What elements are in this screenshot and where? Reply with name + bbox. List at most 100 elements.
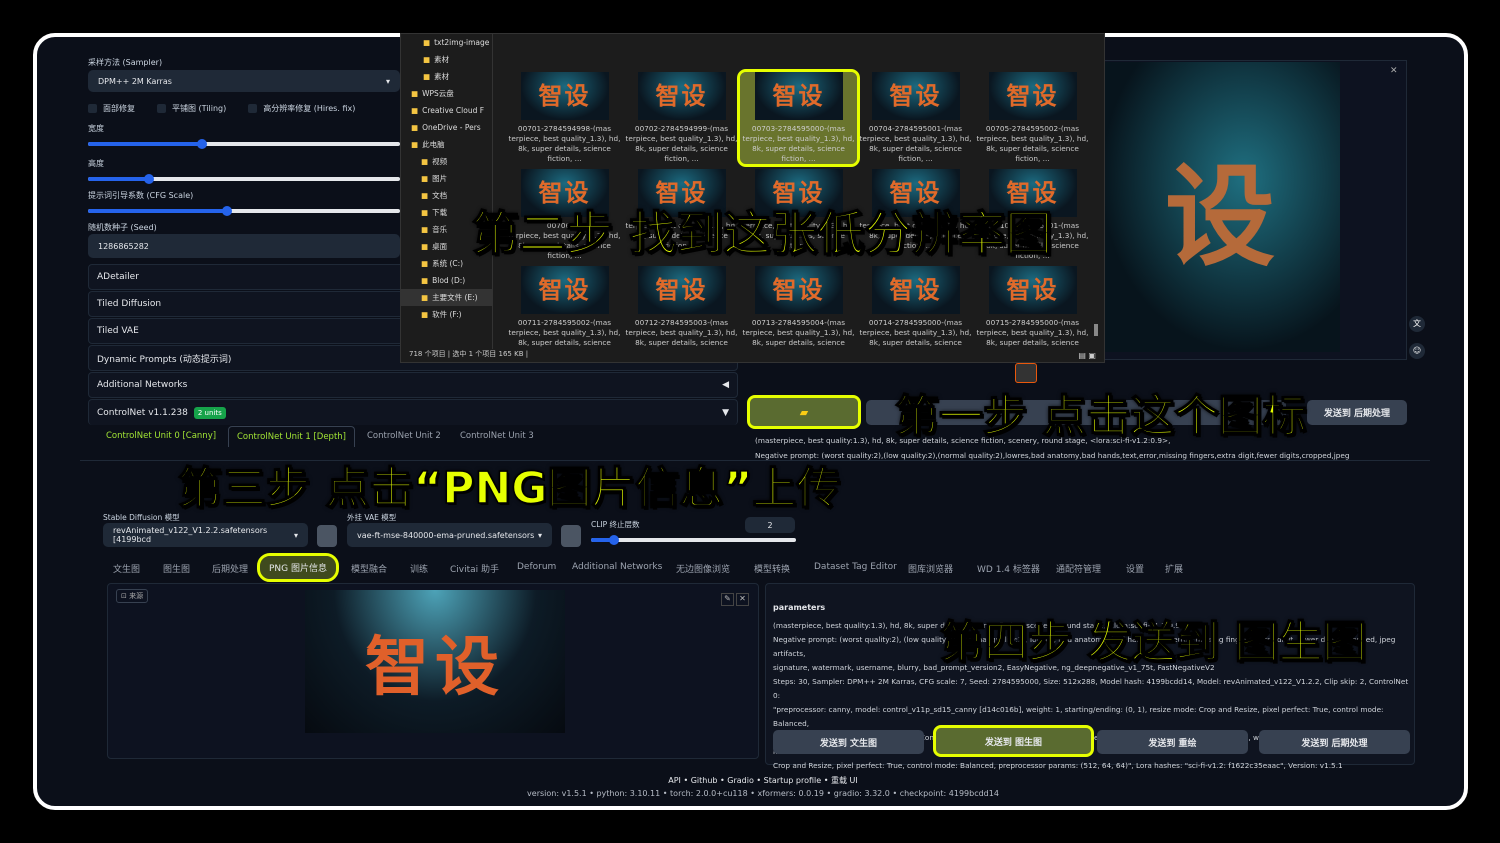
thumbnail-image: 智设 [637,72,726,120]
file-grid: 智设 00701-2784594998-(mas terpiece, best qu… [506,34,1091,349]
caption-step3: 第三步 点击“PNG图片信息”上传 [177,462,841,515]
close-icon[interactable]: ✕ [1390,66,1398,76]
cfg-label: 提示词引导系数 (CFG Scale) [88,191,194,200]
tab-controlnet-unit-2[interactable]: ControlNet Unit 2 [367,431,441,441]
tab-12[interactable]: 图库浏览器 [908,562,953,575]
chevron-down-icon: ▾ [385,76,390,86]
bot-icon[interactable]: ☺ [1409,343,1425,359]
file-name: 00702-2784594999-(mas [634,124,729,133]
tab-16[interactable]: 扩展 [1165,562,1183,575]
send-to-extras-button[interactable]: 发送到 后期处理 [1259,730,1410,754]
accordion-controlnet[interactable]: ControlNet v1.1.238 2 units ▼ [88,399,738,425]
sampler-select[interactable]: DPM++ 2M Karras ▾ [88,70,400,92]
file-thumbnail[interactable]: 智设 00714-2784595000-(mas terpiece, best qu… [857,266,974,349]
tab-controlnet-unit-0[interactable]: ControlNet Unit 0 [Canny] [106,431,216,441]
caption-step2: 第二步 找到这张低分辨率图 [471,206,1053,263]
file-thumbnail[interactable]: 智设 00713-2784595004-(mas terpiece, best qu… [740,266,857,349]
tab-1[interactable]: 图生图 [163,562,190,575]
close-icon[interactable]: ✕ [736,593,749,606]
file-thumbnail[interactable]: 智设 00702-2784594999-(mas terpiece, best qu… [623,72,740,164]
tab-0[interactable]: 文生图 [113,562,140,575]
tab-3[interactable]: PNG 图片信息 [257,553,339,582]
file-thumbnail[interactable]: 智设 00701-2784594998-(mas terpiece, best qu… [506,72,623,164]
checkbox-hires-fix[interactable]: 高分辨率修复 (Hires. fix) [248,103,355,114]
footer-links[interactable]: API • Github • Gradio • Startup profile … [0,775,1500,786]
height-label: 高度 [88,159,104,168]
folder-tree-item[interactable]: ■ 图片 [401,170,492,187]
folder-tree-item[interactable]: ■ 主要文件 (E:) [401,289,492,306]
file-thumbnail[interactable]: 智设 00712-2784595003-(mas terpiece, best qu… [623,266,740,349]
folder-icon: ■ [411,89,419,98]
sampler-value: DPM++ 2M Karras [98,76,172,86]
tab-10[interactable]: 模型转换 [754,562,790,575]
width-label: 宽度 [88,124,104,133]
file-thumbnail[interactable]: 智设 00704-2784595001-(mas terpiece, best qu… [857,72,974,164]
scrollbar[interactable] [1094,324,1098,336]
folder-tree-item[interactable]: ■ Creative Cloud F [401,102,492,119]
open-folder-button[interactable]: ▰ [747,395,861,429]
tab-13[interactable]: WD 1.4 标签器 [977,562,1040,575]
folder-tree-item[interactable]: ■ Blod (D:) [401,272,492,289]
tab-7[interactable]: Deforum [517,562,556,572]
clip-slider[interactable] [591,535,796,545]
parameters-line: Steps: 30, Sampler: DPM++ 2M Karras, CFG… [773,677,1409,700]
folder-tree-item[interactable]: ■ OneDrive - Pers [401,119,492,136]
folder-icon: ■ [411,123,419,132]
send-to-extras-button[interactable]: 发送到 后期处理 [1307,400,1407,425]
vae-select[interactable]: vae-ft-mse-840000-ema-pruned.safetensors… [347,523,552,547]
refresh-vae-button[interactable] [561,525,581,547]
refresh-model-button[interactable] [317,525,337,547]
file-thumbnail[interactable]: 智设 00703-2784595000-(mas terpiece, best qu… [737,69,860,167]
folder-tree-item[interactable]: ■ 软件 (F:) [401,306,492,323]
sd-model-select[interactable]: revAnimated_v122_V1.2.2.safetensors [419… [103,523,308,547]
image-icon: ⊡ [121,592,130,600]
sd-model-label: Stable Diffusion 模型 [103,513,180,522]
send-to-img2img-button[interactable]: 发送到 图生图 [933,725,1094,757]
tab-11[interactable]: Dataset Tag Editor [814,562,897,572]
checkbox-tiling[interactable]: 平铺图 (Tiling) [157,103,226,114]
folder-icon: ■ [421,259,429,268]
cfg-slider[interactable] [88,206,400,216]
file-name: 00705-2784595002-(mas [985,124,1080,133]
folder-icon: ■ [421,208,429,217]
tab-6[interactable]: Civitai 助手 [450,562,499,575]
folder-tree-item[interactable]: ■ txt2img-image [401,34,492,51]
clip-input[interactable]: 2 [745,517,795,533]
tab-9[interactable]: 无边图像浏览 [676,562,730,575]
folder-icon: ■ [421,293,429,302]
thumbnail-image: 智设 [988,72,1077,120]
chevron-down-icon: ▼ [722,407,729,418]
folder-tree-item[interactable]: ■ 视频 [401,153,492,170]
tab-controlnet-unit-3[interactable]: ControlNet Unit 3 [460,431,534,441]
file-thumbnail[interactable]: 智设 00715-2784595000-(mas terpiece, best qu… [974,266,1091,349]
send-to-txt2img-button[interactable]: 发送到 文生图 [773,730,924,754]
folder-tree-item[interactable]: ■ WPS云盘 [401,85,492,102]
file-name: 00711-2784595002-(mas [517,318,612,327]
caption-step4: 第四步 发送到 图生图 [939,616,1367,669]
tab-controlnet-unit-1[interactable]: ControlNet Unit 1 [Depth] [228,426,355,447]
view-toggle-icons[interactable]: ▤ ▣ [1078,351,1096,360]
output-image[interactable]: 设 [1100,62,1340,352]
file-thumbnail[interactable]: 智设 00705-2784595002-(mas terpiece, best qu… [974,72,1091,164]
tab-5[interactable]: 训练 [410,562,428,575]
seed-input[interactable]: 1286865282 [88,234,400,258]
tab-2[interactable]: 后期处理 [212,562,248,575]
translate-icon[interactable]: 文 [1409,316,1425,332]
folder-tree-item[interactable]: ■ 素材 [401,51,492,68]
file-thumbnail[interactable]: 智设 00711-2784595002-(mas terpiece, best qu… [506,266,623,349]
folder-icon: ■ [423,72,431,81]
tab-8[interactable]: Additional Networks [572,562,662,572]
width-slider[interactable] [88,139,400,149]
file-description: terpiece, best quality_1.3), hd, 8k, sup… [742,134,855,163]
send-to-inpaint-button[interactable]: 发送到 重绘 [1097,730,1248,754]
tab-4[interactable]: 模型融合 [351,562,387,575]
folder-tree-item[interactable]: ■ 此电脑 [401,136,492,153]
height-slider[interactable] [88,174,400,184]
edit-icon[interactable]: ✎ [721,593,734,606]
tab-14[interactable]: 通配符管理 [1056,562,1101,575]
checkbox-face-restore[interactable]: 面部修复 [88,103,135,114]
accordion-additional-networks[interactable]: Additional Networks ◀ [88,372,738,398]
file-description: terpiece, best quality_1.3), hd, 8k, sup… [859,328,972,349]
tab-15[interactable]: 设置 [1126,562,1144,575]
folder-tree-item[interactable]: ■ 素材 [401,68,492,85]
